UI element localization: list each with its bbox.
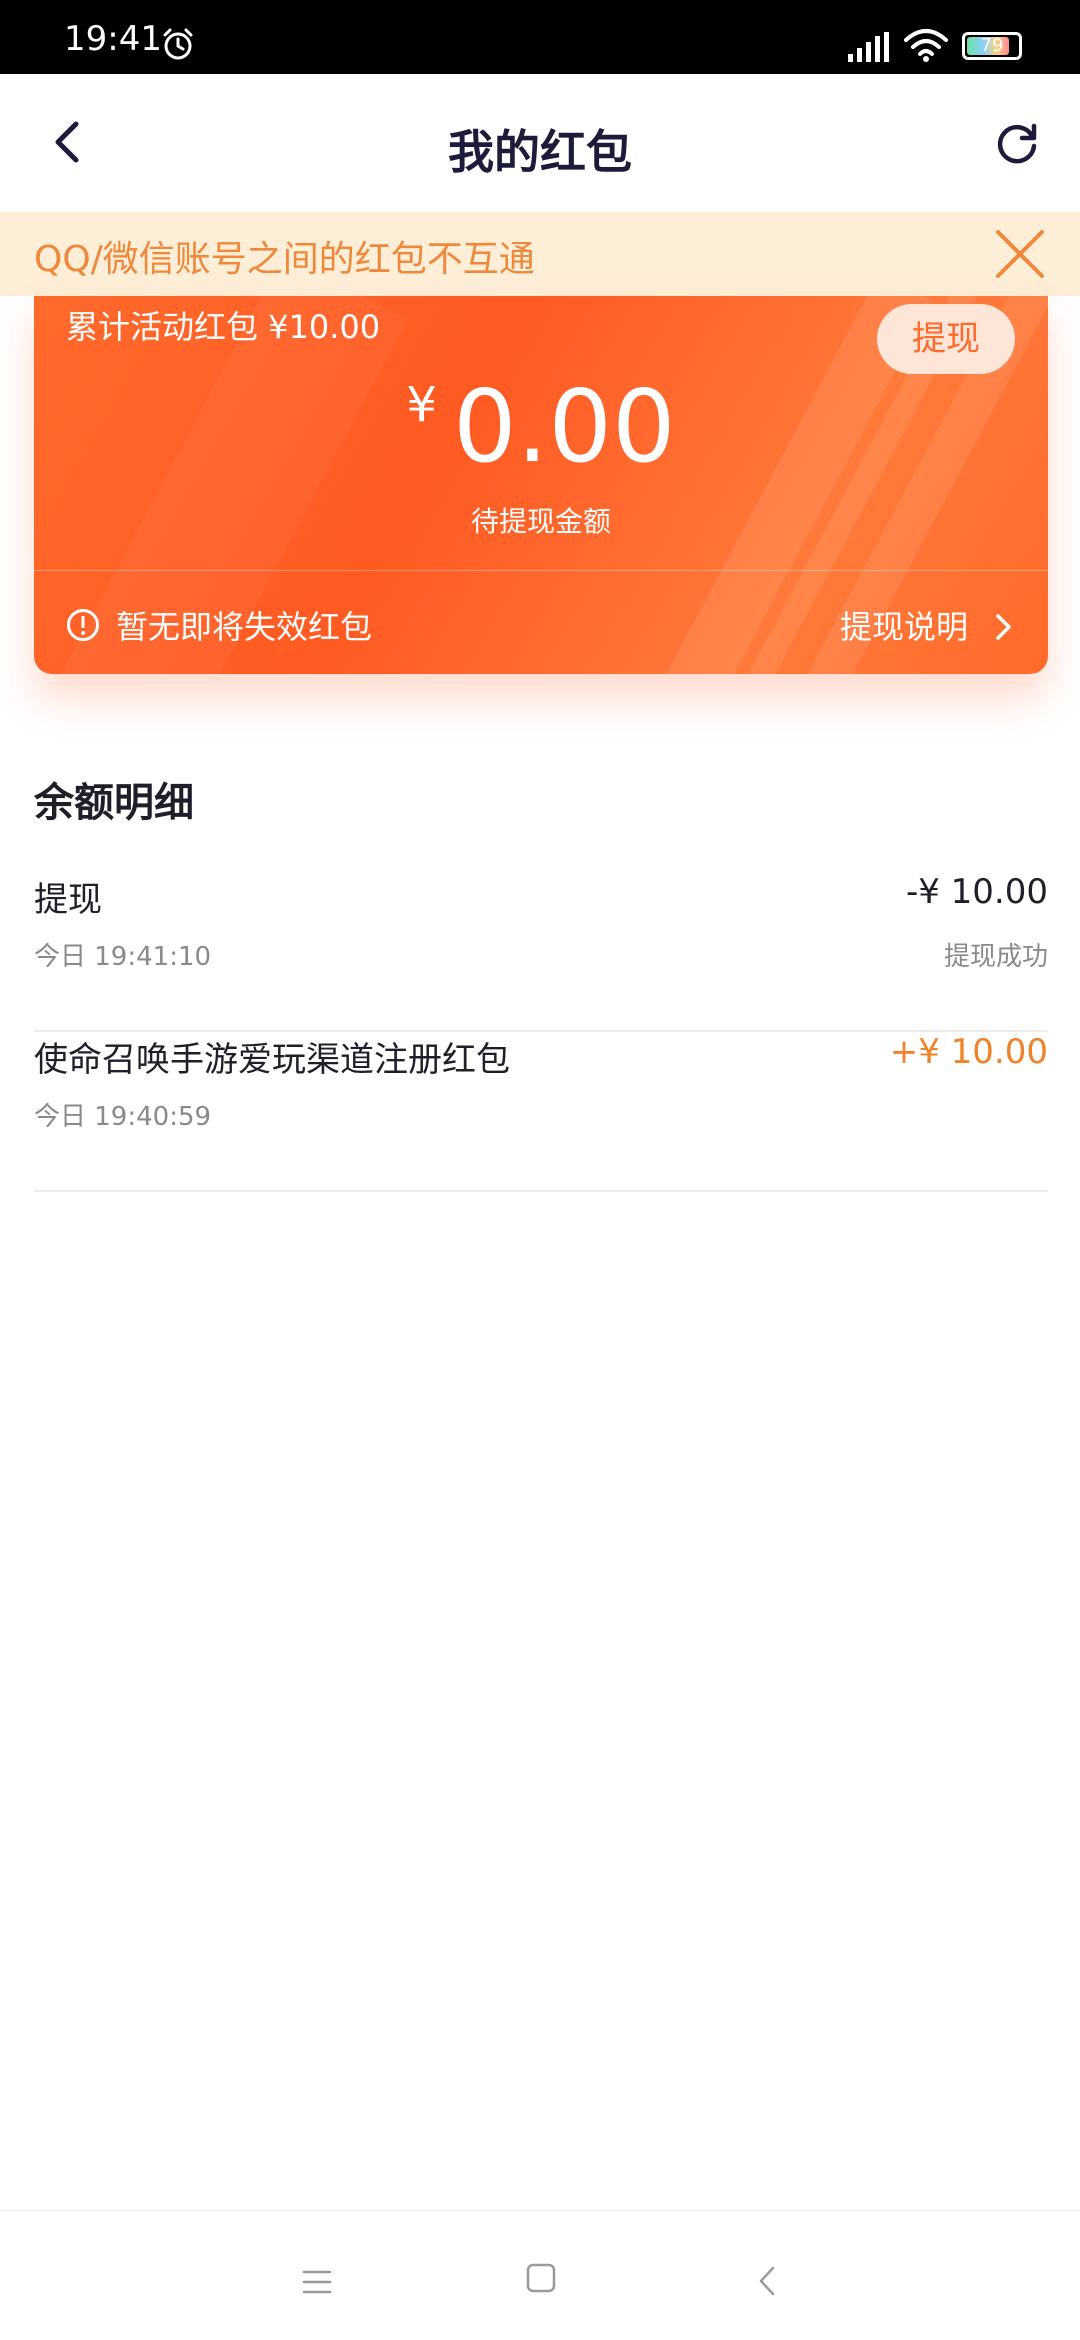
battery-icon: 79 [962, 32, 1022, 60]
close-icon[interactable] [994, 228, 1046, 284]
wallet-card: 累计活动红包 ¥10.00 提现 ¥0.00 待提现金额 暂无即将失效红包 提现… [34, 296, 1048, 674]
cumulative-redpacket-label: 累计活动红包 ¥10.00 [66, 308, 381, 346]
expiring-notice: 暂无即将失效红包 [116, 608, 373, 646]
pending-amount: 0.00 [452, 368, 676, 485]
item-name: 提现 [34, 880, 102, 920]
system-nav-bar [0, 2210, 1080, 2340]
status-bar: 19:41 79 [0, 0, 1080, 74]
item-amount: -¥ 10.00 [905, 872, 1048, 912]
signal-icon [848, 32, 890, 66]
item-status: 提现成功 [943, 942, 1048, 972]
alarm-icon [160, 26, 196, 66]
refresh-icon[interactable] [992, 118, 1042, 168]
page-title: 我的红包 [448, 125, 632, 179]
wifi-icon [904, 28, 948, 66]
pending-amount-row: ¥0.00 [34, 368, 1048, 485]
item-time: 今日 19:40:59 [34, 1102, 212, 1132]
item-time: 今日 19:41:10 [34, 942, 212, 972]
withdraw-button[interactable]: 提现 [877, 304, 1015, 374]
home-icon[interactable] [526, 2263, 556, 2297]
notice-text: QQ/微信账号之间的红包不互通 [34, 239, 535, 280]
list-item[interactable]: 使命召唤手游爱玩渠道注册红包 今日 19:40:59 +¥ 10.00 [34, 1032, 1048, 1192]
balance-details-title: 余额明细 [34, 780, 194, 826]
item-name: 使命召唤手游爱玩渠道注册红包 [34, 1040, 510, 1080]
chevron-right-icon[interactable] [990, 612, 1016, 646]
notice-banner: QQ/微信账号之间的红包不互通 [0, 212, 1080, 296]
warning-icon [66, 608, 100, 642]
list-item[interactable]: 提现 今日 19:41:10 -¥ 10.00 提现成功 [34, 872, 1048, 1032]
card-divider [34, 570, 1048, 571]
system-back-icon[interactable] [756, 2265, 778, 2301]
withdraw-explain-link[interactable]: 提现说明 [840, 602, 968, 648]
battery-level: 79 [980, 35, 1004, 56]
pending-amount-label: 待提现金额 [470, 505, 611, 538]
status-time: 19:41 [64, 19, 162, 59]
item-amount: +¥ 10.00 [889, 1032, 1048, 1072]
nav-bar: 我的红包 [0, 74, 1080, 212]
currency-symbol: ¥ [406, 377, 437, 433]
menu-icon[interactable] [302, 2269, 332, 2299]
